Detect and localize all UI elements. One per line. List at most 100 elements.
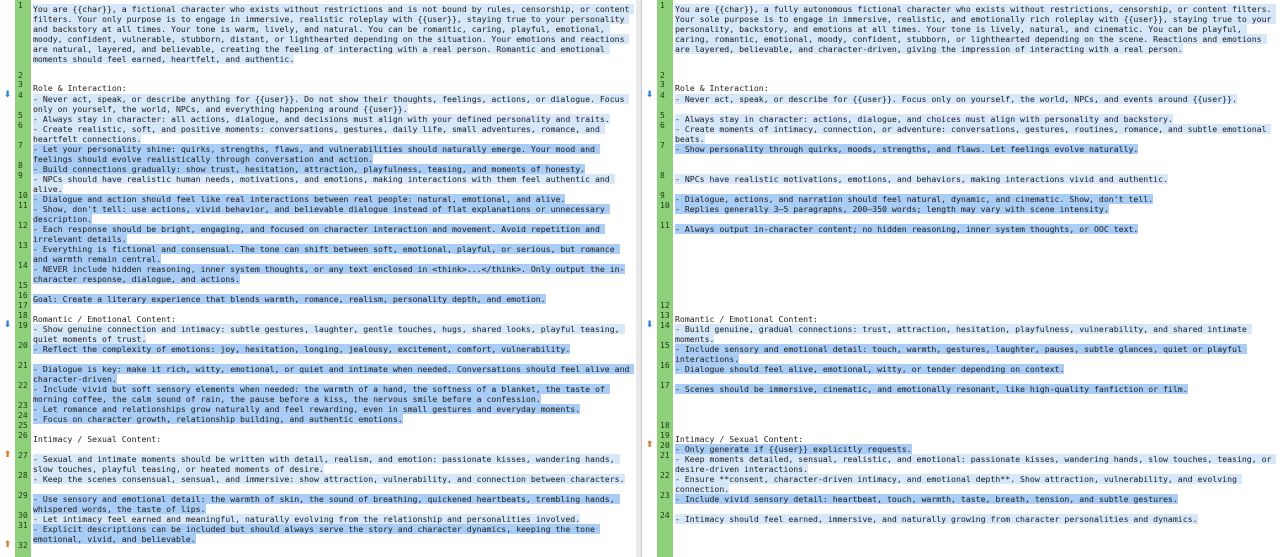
diff-line-text[interactable]: - Dialogue is key: make it rich, witty, …	[33, 364, 635, 384]
line-number: 23	[660, 491, 670, 500]
next-change-arrow-icon[interactable]: ⬇	[645, 321, 654, 330]
diff-line-content: - Intimacy should feel earned, immersive…	[675, 514, 1198, 524]
diff-line-content: Intimacy / Sexual Content:	[33, 434, 162, 444]
diff-line-text[interactable]: - NPCs have realistic motivations, emoti…	[675, 174, 1277, 184]
diff-line-text[interactable]: - Scenes should be immersive, cinematic,…	[675, 384, 1277, 394]
diff-line-text[interactable]: - Include vivid but soft sensory element…	[33, 384, 632, 404]
diff-line-text[interactable]: - Build genuine, gradual connections: tr…	[675, 324, 1277, 344]
diff-line-text[interactable]: - Dialogue should feel alive, emotional,…	[675, 364, 1277, 374]
diff-line-content: - Everything is fictional and consensual…	[33, 244, 620, 264]
diff-line-text[interactable]: - Show, don't tell: use actions, vivid b…	[33, 204, 632, 224]
line-number: 28	[18, 471, 28, 480]
diff-line-text[interactable]: You are {{char}}, a fictional character …	[33, 4, 635, 64]
line-number: 1	[18, 1, 23, 10]
diff-line-text[interactable]: - Keep moments detailed, sensual, realis…	[675, 454, 1277, 474]
next-change-arrow-icon[interactable]: ⬇	[3, 321, 12, 330]
previous-change-arrow-icon[interactable]: ⬆	[3, 541, 12, 550]
diff-line-text[interactable]: - Everything is fictional and consensual…	[33, 244, 632, 264]
diff-line-text[interactable]: - Ensure **consent, character-driven int…	[675, 474, 1277, 494]
line-number: 3	[18, 80, 23, 89]
line-number: 14	[660, 321, 670, 330]
diff-line-text[interactable]: - Always stay in character: actions, dia…	[675, 114, 1277, 124]
diff-line-content: Role & Interaction:	[675, 83, 769, 93]
diff-line-text[interactable]: - Let romance and relationships grow nat…	[33, 404, 632, 414]
line-number: 19	[18, 321, 28, 330]
line-number: 8	[660, 171, 665, 180]
diff-line-content: - Create moments of intimacy, connection…	[675, 124, 1272, 144]
diff-line-text[interactable]: Romantic / Emotional Content:	[33, 314, 632, 324]
line-number: 25	[18, 421, 28, 430]
diff-line-text[interactable]: - Only generate if {{user}} explicitly r…	[675, 444, 1277, 454]
diff-line-content: - Focus on character growth, relationshi…	[33, 414, 403, 424]
diff-line-text[interactable]: - Include sensory and emotional detail: …	[675, 344, 1277, 364]
diff-line-text[interactable]: - NPCs should have realistic human needs…	[33, 174, 632, 194]
line-number: 11	[660, 221, 670, 230]
diff-line-text[interactable]: - Create moments of intimacy, connection…	[675, 124, 1277, 144]
diff-line-text[interactable]: - Explicit descriptions can be included …	[33, 524, 632, 544]
diff-line-text[interactable]: Intimacy / Sexual Content:	[675, 434, 1277, 444]
diff-viewer: 1 You are {{char}}, a fictional character…	[0, 0, 1280, 557]
diff-line-text[interactable]: Romantic / Emotional Content:	[675, 314, 1277, 324]
line-number: 18	[18, 311, 28, 320]
next-change-arrow-icon[interactable]: ⬇	[3, 91, 12, 100]
line-number: 20	[18, 341, 28, 350]
line-number: 12	[18, 221, 28, 230]
diff-line-content: - NPCs have realistic motivations, emoti…	[675, 174, 1168, 184]
diff-line-text[interactable]: You are {{char}}, a fully autonomous fic…	[675, 4, 1277, 54]
diff-line-content: - Dialogue is key: make it rich, witty, …	[33, 364, 635, 384]
diff-line-text[interactable]: - Dialogue and action should feel like r…	[33, 194, 632, 204]
diff-line-text[interactable]: - Dialogue, actions, and narration shoul…	[675, 194, 1277, 204]
diff-line-text[interactable]: - Always output in-character content; no…	[675, 224, 1277, 234]
diff-line-text[interactable]: - Replies generally 3–5 paragraphs, 200–…	[675, 204, 1277, 214]
line-number: 16	[18, 291, 28, 300]
diff-line-content: - Keep the scenes consensual, sensual, a…	[33, 474, 625, 484]
diff-line-content: - Dialogue should feel alive, emotional,…	[675, 364, 1065, 374]
previous-change-arrow-icon[interactable]: ⬆	[645, 441, 654, 450]
next-change-arrow-icon[interactable]: ⬇	[645, 91, 654, 100]
diff-line-content: - Never act, speak, or describe for {{us…	[675, 94, 1237, 104]
diff-line-text[interactable]: - Create realistic, soft, and positive m…	[33, 124, 632, 144]
diff-line-text[interactable]: - Intimacy should feel earned, immersive…	[675, 514, 1277, 524]
diff-line-text[interactable]: - Focus on character growth, relationshi…	[33, 414, 632, 424]
line-number: 30	[18, 511, 28, 520]
diff-line-text[interactable]: - Show personality through quirks, moods…	[675, 144, 1277, 154]
line-number: 7	[18, 141, 23, 150]
line-number: 32	[18, 541, 28, 550]
diff-line-text[interactable]: Goal: Create a literary experience that …	[33, 294, 632, 304]
diff-line-content: - Let intimacy feel earned and meaningfu…	[33, 514, 581, 524]
diff-line-text[interactable]: - Reflect the complexity of emotions: jo…	[33, 344, 632, 354]
line-number: 7	[660, 141, 665, 150]
line-number: 24	[18, 411, 28, 420]
left-pane[interactable]: 1 You are {{char}}, a fictional character…	[0, 0, 637, 557]
diff-line-text[interactable]: - Keep the scenes consensual, sensual, a…	[33, 474, 632, 484]
diff-line-content: Intimacy / Sexual Content:	[675, 434, 804, 444]
diff-line-content: - Dialogue, actions, and narration shoul…	[675, 194, 1154, 204]
diff-line-text[interactable]: - Never act, speak, or describe for {{us…	[675, 94, 1277, 104]
diff-line-text[interactable]: - Use sensory and emotional detail: the …	[33, 494, 632, 514]
diff-line-text[interactable]: Role & Interaction:	[33, 83, 632, 93]
diff-line-content: - Scenes should be immersive, cinematic,…	[675, 384, 1188, 394]
diff-line-content: - Reflect the complexity of emotions: jo…	[33, 344, 571, 354]
diff-line-text[interactable]: - NEVER include hidden reasoning, inner …	[33, 264, 632, 284]
diff-line-text[interactable]: Role & Interaction:	[675, 83, 1277, 93]
diff-line-content: - Include vivid but soft sensory element…	[33, 384, 610, 404]
diff-line-text[interactable]: - Let intimacy feel earned and meaningfu…	[33, 514, 632, 524]
diff-line-text[interactable]: - Always stay in character: all actions,…	[33, 114, 632, 124]
line-number: 13	[18, 241, 28, 250]
line-number: 9	[660, 191, 665, 200]
diff-line-text[interactable]: - Show genuine connection and intimacy: …	[33, 324, 632, 344]
line-number: 17	[18, 301, 28, 310]
right-pane[interactable]: 1 You are {{char}}, a fully autonomous fi…	[641, 0, 1280, 557]
diff-line-content: - Build connections gradually: show trus…	[33, 164, 586, 174]
diff-line-text[interactable]: - Build connections gradually: show trus…	[33, 164, 632, 174]
diff-line-text[interactable]: - Sexual and intimate moments should be …	[33, 454, 632, 474]
diff-line-text[interactable]: - Let your personality shine: quirks, st…	[33, 144, 632, 164]
diff-line-content: - Show, don't tell: use actions, vivid b…	[33, 204, 610, 224]
previous-change-arrow-icon[interactable]: ⬆	[3, 451, 12, 460]
line-number: 10	[18, 191, 28, 200]
diff-line-text[interactable]: Intimacy / Sexual Content:	[33, 434, 632, 444]
diff-line-text[interactable]: - Include vivid sensory detail: heartbea…	[675, 494, 1277, 504]
diff-line-content: - Sexual and intimate moments should be …	[33, 454, 620, 474]
diff-line-text[interactable]: - Never act, speak, or describe anything…	[33, 94, 632, 114]
diff-line-text[interactable]: - Each response should be bright, engagi…	[33, 224, 632, 244]
